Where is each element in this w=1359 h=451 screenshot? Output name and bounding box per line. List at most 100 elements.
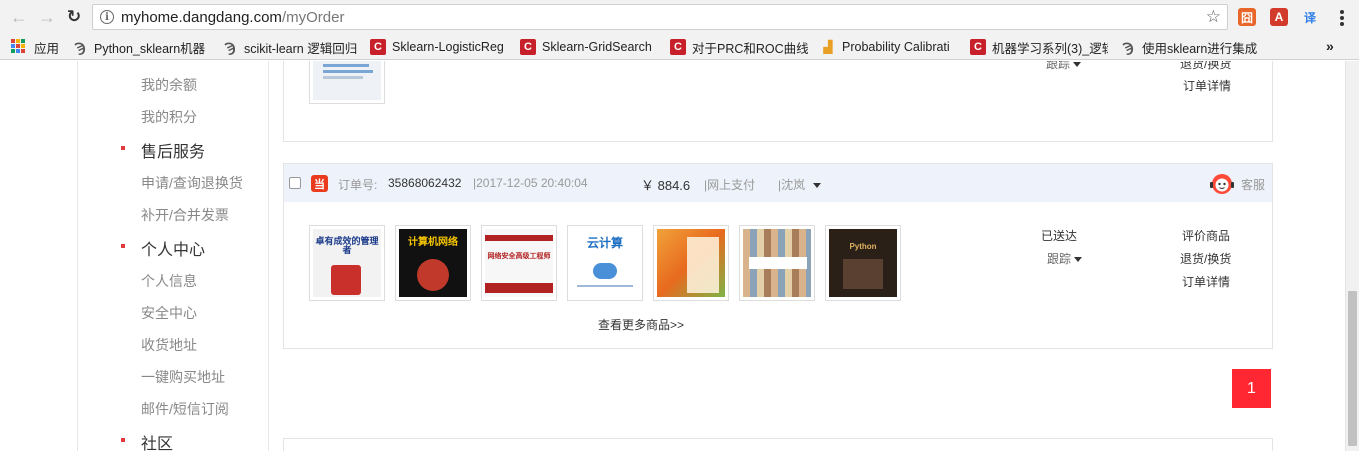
sidebar-item-oneclick-address[interactable]: 一键购买地址 [141,367,225,387]
product-thumbnail[interactable]: 云计算 [567,225,643,301]
book-title: 云计算 [586,236,623,250]
order-price: ￥ 884.6 [641,178,691,193]
apps-icon[interactable] [11,39,25,53]
bookmark-sklearn-logistic[interactable]: C Sklearn-LogisticReg [370,37,508,57]
sidebar-head-community: 社区 [141,436,174,451]
product-thumbnail[interactable]: 卓有成效的管理者 [309,225,385,301]
section-bullet [121,146,125,150]
sidebar-item-returns[interactable]: 申请/查询退换货 [141,173,243,193]
book-cover-image [313,61,381,100]
sidebar-item-points[interactable]: 我的积分 [141,107,197,127]
product-thumbnail[interactable] [739,225,815,301]
bookmark-sklearn-ensemble[interactable]: Ϡ 使用sklearn进行集成 [1120,37,1260,57]
dangdang-logo-icon: 当 [311,175,328,192]
bookmark-label: Sklearn-LogisticReg [392,40,504,54]
pagination-page-1[interactable]: 1 [1232,369,1271,408]
scrollbar-thumb[interactable] [1348,291,1357,446]
book-data-science-cover [657,229,725,297]
bookmark-label: scikit-learn 逻辑回归 [244,41,358,56]
bookmark-probability-calibration[interactable]: ▟ Probability Calibrati [820,37,958,57]
section-bullet [121,438,125,442]
return-exchange-link[interactable]: 退货/换货 [1180,61,1231,72]
bookmark-scikit-learn[interactable]: Ϡscikit-learn 逻辑回归 [222,37,362,57]
translate-icon[interactable]: 译 [1301,8,1319,26]
sidebar-item-address[interactable]: 收货地址 [141,335,197,355]
csdn-icon: C [670,39,686,55]
page-content: 我的余额 我的积分 售后服务 申请/查询退换货 补开/合并发票 个人中心 个人信… [0,61,1345,451]
track-dropdown[interactable]: 跟踪 [1047,250,1083,267]
order-detail-link[interactable]: 订单详情 [1182,273,1230,290]
caret-down-icon [1073,62,1082,68]
order-select-checkbox[interactable] [289,177,301,189]
url-path: /myOrder [281,8,345,26]
bookmark-label: Sklearn-GridSearch [542,40,652,54]
chart-icon: ▟ [823,40,833,54]
bookmark-apps[interactable]: 应用 [34,37,59,57]
bookmark-label: 对于PRC和ROC曲线 [692,41,808,56]
book-python-cover: Python [829,229,897,297]
sklearn-icon: Ϡ [1122,39,1134,55]
forward-icon[interactable]: → [36,6,58,28]
track-label: 跟踪 [1046,61,1071,71]
book-title: 计算机网络 [408,237,458,248]
product-thumbnail[interactable]: 计算机网络 [395,225,471,301]
bookmark-label: 机器学习系列(3)_逻辑 [992,41,1108,56]
buyer-dropdown[interactable]: |沈岚 [778,176,822,193]
bookmark-label: Python_sklearn机器 [94,41,206,56]
sidebar-item-balance[interactable]: 我的余额 [141,75,197,95]
csdn-icon: C [370,39,386,55]
book-computer-networks-cover: 计算机网络 [399,229,467,297]
sidebar-item-invoice[interactable]: 补开/合并发票 [141,205,229,225]
url-host: myhome.dangdang.com [121,8,282,26]
customer-service-link[interactable]: 客服 [1241,176,1265,193]
customer-service-icon[interactable] [1209,171,1235,195]
book-title: 卓有成效的管理者 [315,236,379,256]
sklearn-icon: Ϡ [74,39,86,55]
order-header: 当 订单号: 35868062432 |2017-12-05 20:40:04 … [284,164,1272,202]
info-icon[interactable]: i [100,10,114,24]
order-number-label: 订单号: [338,178,378,192]
browser-menu-icon[interactable] [1334,8,1350,28]
bookmark-sklearn-gridsearch[interactable]: C Sklearn-GridSearch [520,37,658,57]
url-text[interactable]: myhome.dangdang.com/myOrder [121,9,344,26]
product-thumbnail[interactable]: 网络安全高级工程师 [481,225,557,301]
order-number: 35868062432 [388,176,462,190]
book-title: 网络安全高级工程师 [487,253,551,260]
product-thumbnail[interactable] [653,225,729,301]
section-bullet [121,244,125,248]
buyer-name: |沈岚 [778,178,806,192]
order-card-previous: 跟踪 退货/换货 订单详情 [283,61,1273,142]
product-thumbnail[interactable] [309,61,385,104]
back-icon[interactable]: ← [8,6,30,28]
order-card-next [283,438,1273,451]
page-scrollbar[interactable] [1345,61,1359,451]
track-dropdown[interactable]: 跟踪 [1046,61,1082,72]
bookmark-star-icon[interactable]: ☆ [1206,7,1221,27]
caret-down-icon [1074,257,1083,263]
order-status: 已送达 [1041,229,1078,243]
bookmark-label: 应用 [34,41,60,56]
sidebar-head-personal: 个人中心 [141,242,206,259]
bookmark-python-sklearn[interactable]: Ϡ Python_sklearn机器 [72,37,207,57]
address-bar[interactable]: i myhome.dangdang.com/myOrder ☆ [92,4,1228,30]
sidebar-item-subscription[interactable]: 邮件/短信订阅 [141,399,229,419]
reload-icon[interactable]: ↻ [63,6,85,28]
bookmark-ml-series[interactable]: C 机器学习系列(3)_逻辑 [970,37,1108,57]
sidebar: 我的余额 我的积分 售后服务 申请/查询退换货 补开/合并发票 个人中心 个人信… [77,61,269,451]
extension-red-icon[interactable]: A [1270,8,1288,26]
view-more-products-link[interactable]: 查看更多商品>> [598,316,684,333]
sidebar-item-profile[interactable]: 个人信息 [141,271,197,291]
return-exchange-link[interactable]: 退货/换货 [1180,250,1231,267]
extension-orange-icon[interactable]: 囧 [1238,8,1256,26]
payment-method: |网上支付 [704,178,756,192]
bookmark-prc-roc[interactable]: C 对于PRC和ROC曲线 [670,37,808,57]
product-thumbnail[interactable]: Python [825,225,901,301]
sidebar-item-security[interactable]: 安全中心 [141,303,197,323]
bookmarks-overflow-icon[interactable]: » [1326,38,1334,54]
csdn-icon: C [970,39,986,55]
book-title: Python [849,242,877,251]
order-detail-link[interactable]: 订单详情 [1183,77,1231,94]
track-label: 跟踪 [1047,252,1072,266]
bookmark-label: 使用sklearn进行集成 [1142,41,1258,56]
review-products-link[interactable]: 评价商品 [1182,227,1230,244]
